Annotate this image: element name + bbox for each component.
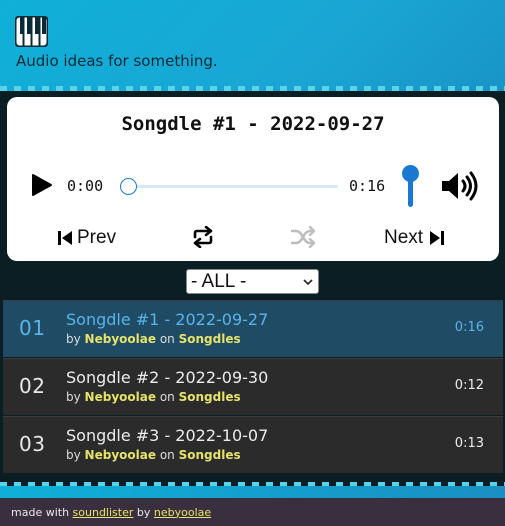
track-number: 03	[19, 432, 46, 456]
track-on-label: on	[159, 332, 175, 346]
prev-label: Prev	[77, 227, 117, 248]
piano-keys-icon	[15, 16, 48, 47]
track-by-label: by	[66, 448, 81, 462]
skip-back-icon	[58, 231, 72, 245]
author-link[interactable]: nebyoolae	[154, 506, 211, 519]
track-number: 01	[19, 316, 46, 340]
album-filter-select[interactable]: - ALL -	[186, 269, 319, 294]
seek-handle[interactable]	[120, 178, 137, 195]
track-title: Songdle #3 - 2022-10-07	[66, 426, 269, 445]
footer-band	[0, 486, 505, 498]
album-filter-value: - ALL -	[191, 270, 247, 292]
total-time: 0:16	[349, 177, 386, 195]
site-footer: made with soundlister by nebyoolae	[0, 498, 505, 526]
prev-button[interactable]: Prev	[57, 227, 116, 249]
play-icon[interactable]	[31, 173, 53, 197]
track-by-label: by	[66, 332, 81, 346]
speaker-icon[interactable]	[441, 171, 479, 201]
audio-player: Songdle #1 - 2022-09-27 0:00 0:16 Prev N…	[7, 97, 499, 261]
seek-bar[interactable]	[128, 185, 338, 188]
volume-handle[interactable]	[402, 165, 419, 182]
chevron-down-icon	[303, 279, 313, 286]
track-duration: 0:16	[454, 320, 484, 335]
track-album: Songdles	[178, 448, 241, 462]
next-label: Next	[384, 227, 424, 248]
header-divider	[0, 86, 505, 91]
track-by-label: by	[66, 390, 81, 404]
track-duration: 0:12	[454, 378, 484, 393]
track-artist: Nebyoolae	[84, 390, 156, 404]
track-title: Songdle #1 - 2022-09-27	[66, 310, 269, 329]
next-button[interactable]: Next	[384, 227, 445, 249]
track-meta: by Nebyoolae on Songdles	[66, 448, 241, 462]
track-row[interactable]: 01 Songdle #1 - 2022-09-27 by Nebyoolae …	[3, 300, 503, 357]
footer-made-with: made with	[11, 505, 70, 519]
repeat-icon[interactable]	[191, 226, 215, 248]
track-duration: 0:13	[454, 436, 484, 451]
track-artist: Nebyoolae	[84, 332, 156, 346]
track-number: 02	[19, 374, 46, 398]
footer-by: by	[136, 505, 151, 519]
track-on-label: on	[159, 448, 175, 462]
track-meta: by Nebyoolae on Songdles	[66, 390, 241, 404]
track-on-label: on	[159, 390, 175, 404]
track-album: Songdles	[178, 390, 241, 404]
volume-slider[interactable]	[402, 165, 419, 207]
current-time: 0:00	[67, 177, 104, 195]
track-meta: by Nebyoolae on Songdles	[66, 332, 241, 346]
soundlister-link[interactable]: soundlister	[73, 506, 134, 519]
track-row[interactable]: 03 Songdle #3 - 2022-10-07 by Nebyoolae …	[3, 416, 503, 473]
track-title: Songdle #2 - 2022-09-30	[66, 368, 269, 387]
now-playing-title: Songdle #1 - 2022-09-27	[121, 113, 385, 135]
track-album: Songdles	[178, 332, 241, 346]
site-tagline: Audio ideas for something.	[16, 52, 218, 70]
shuffle-icon[interactable]	[291, 226, 315, 248]
site-header: Audio ideas for something.	[0, 0, 505, 91]
track-row[interactable]: 02 Songdle #2 - 2022-09-30 by Nebyoolae …	[3, 358, 503, 415]
track-artist: Nebyoolae	[84, 448, 156, 462]
skip-forward-icon	[430, 231, 445, 245]
